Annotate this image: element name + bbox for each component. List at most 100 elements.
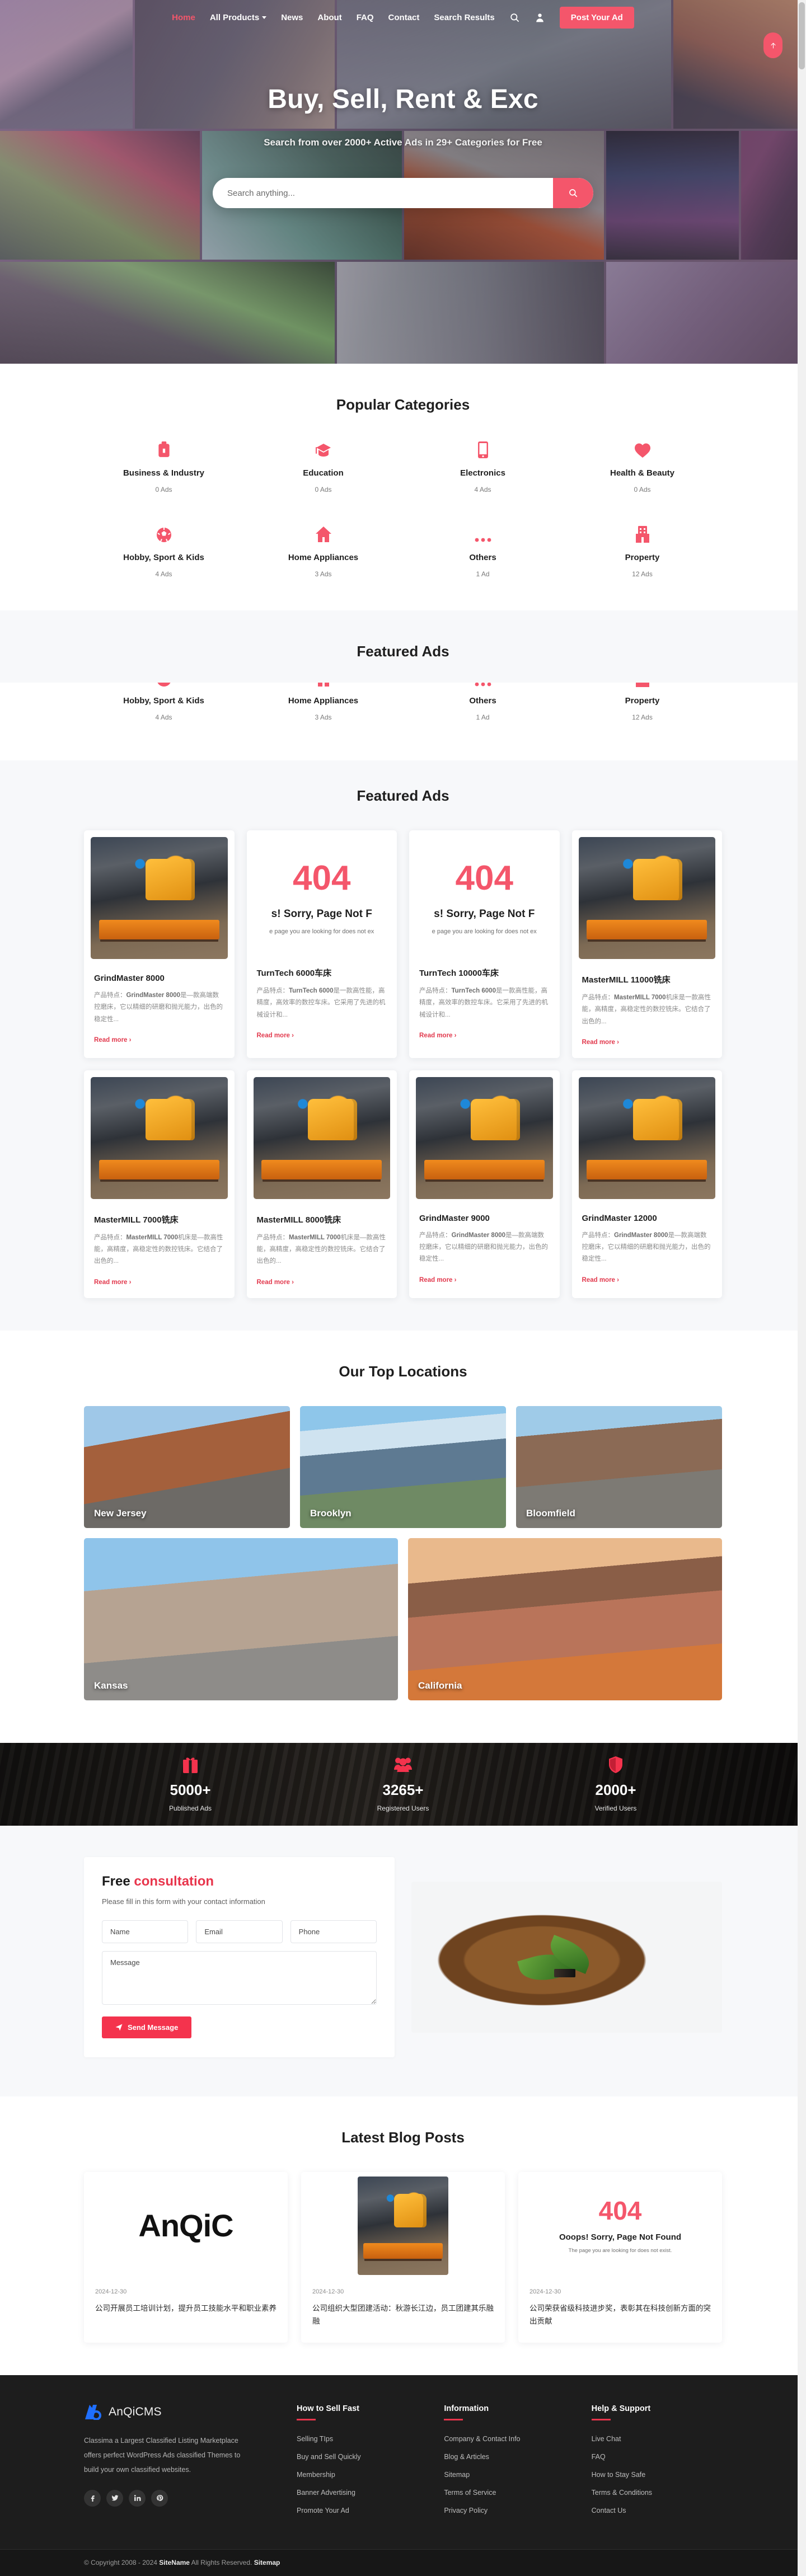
blog-section-title: Latest Blog Posts [341, 2128, 465, 2146]
nav-link-all-products[interactable]: All Products [210, 13, 267, 22]
ad-description: 产品特点：TurnTech 6000是一款高性能，高精度，高效率的数控车床。它采… [419, 985, 550, 1021]
blog-card[interactable]: AnQiC 2024-12-30 公司开展员工培训计划，提升员工技能水平和职业素… [84, 2171, 288, 2343]
page-scrollbar[interactable] [798, 0, 806, 2576]
location-card-kansas[interactable]: Kansas [84, 1538, 398, 1700]
footer-link-contact-us[interactable]: Contact Us [592, 2507, 722, 2514]
read-more-link[interactable]: Read more › [257, 1279, 294, 1286]
search-icon[interactable] [509, 12, 520, 23]
location-card-new-jersey[interactable]: New Jersey [84, 1405, 290, 1528]
category-others[interactable]: Others 1 Ad [403, 524, 563, 578]
twitter-icon[interactable] [106, 2489, 123, 2507]
football-icon [156, 683, 172, 687]
read-more-link[interactable]: Read more › [582, 1039, 619, 1046]
category-health-beauty[interactable]: Health & Beauty 0 Ads [563, 439, 722, 493]
ad-card[interactable]: 404 s! Sorry, Page Not F e page you are … [246, 830, 397, 1058]
ad-thumbnail [578, 1077, 715, 1199]
category-home-appliances[interactable]: Home Appliances 3 Ads [243, 524, 403, 578]
footer-link-buy-and-sell-quickly[interactable]: Buy and Sell Quickly [297, 2453, 427, 2461]
footer-link-how-to-stay-safe[interactable]: How to Stay Safe [592, 2471, 722, 2479]
footer-link-live-chat[interactable]: Live Chat [592, 2435, 722, 2443]
location-card-brooklyn[interactable]: Brooklyn [300, 1405, 506, 1528]
footer-link-sitemap[interactable]: Sitemap [444, 2471, 574, 2479]
consultation-subtitle: Please fill in this form with your conta… [102, 1897, 265, 1906]
footer-logo[interactable]: AnQiCMS [84, 2404, 280, 2420]
read-more-link[interactable]: Read more › [419, 1277, 456, 1284]
user-icon[interactable] [535, 12, 545, 23]
ad-card[interactable]: MasterMILL 11000铣床 产品特点：MasterMILL 7000机… [571, 830, 722, 1058]
read-more-label: Read more [419, 1276, 453, 1284]
linkedin-icon[interactable] [129, 2489, 146, 2507]
ad-card[interactable]: MasterMILL 7000铣床 产品特点：MasterMILL 7000机床… [84, 1070, 235, 1298]
category-property-ghost[interactable]: Property 12 Ads [563, 683, 722, 721]
featured-ads-grid: GrindMaster 8000 产品特点：GrindMaster 8000是—… [84, 830, 722, 1298]
error-submessage: The page you are looking for does not ex… [568, 2247, 672, 2254]
footer-link-promote-your-ad[interactable]: Promote Your Ad [297, 2507, 427, 2514]
copyright-brand: SiteName [159, 2559, 190, 2567]
footer-link-privacy-policy[interactable]: Privacy Policy [444, 2507, 574, 2514]
copyright-sitemap-link[interactable]: Sitemap [254, 2559, 280, 2566]
read-more-link[interactable]: Read more › [94, 1037, 131, 1043]
ad-card[interactable]: 404 s! Sorry, Page Not F e page you are … [409, 830, 560, 1058]
message-field[interactable] [102, 1950, 377, 2005]
nav-link-contact[interactable]: Contact [388, 13, 420, 22]
nav-link-about[interactable]: About [317, 13, 341, 22]
ad-desc-lead: 产品特点： [582, 1231, 615, 1239]
category-education[interactable]: Education 0 Ads [243, 439, 403, 493]
scroll-to-top-button[interactable] [763, 32, 782, 58]
category-property[interactable]: Property 12 Ads [563, 524, 722, 578]
footer-link-blog-articles[interactable]: Blog & Articles [444, 2453, 574, 2461]
locations-row-1: New Jersey Brooklyn Bloomfield [84, 1405, 722, 1528]
category-hobby-sport-kids[interactable]: Hobby, Sport & Kids 4 Ads [84, 524, 243, 578]
pinterest-icon[interactable] [151, 2489, 168, 2507]
footer-link-faq[interactable]: FAQ [592, 2453, 722, 2461]
category-hobby-sport-kids-ghost[interactable]: Hobby, Sport & Kids 4 Ads [84, 683, 243, 721]
footer-link-banner-advertising[interactable]: Banner Advertising [297, 2489, 427, 2497]
nav-link-home[interactable]: Home [172, 13, 195, 22]
ad-desc-lead: 产品特点： [419, 988, 452, 994]
blog-card[interactable]: 2024-12-30 公司组织大型团建活动：秋游长江边，员工团建其乐融融 [301, 2171, 505, 2343]
scrollbar-down-arrow[interactable] [798, 2567, 806, 2576]
footer-link-terms-of-service[interactable]: Terms of Service [444, 2489, 574, 2497]
category-business-industry[interactable]: Business & Industry 0 Ads [84, 439, 243, 493]
error-submessage: e page you are looking for does not ex [432, 928, 537, 935]
search-input[interactable] [213, 178, 553, 208]
location-card-bloomfield[interactable]: Bloomfield [516, 1405, 722, 1528]
nav-link-news[interactable]: News [281, 13, 303, 22]
search-submit-button[interactable] [553, 178, 593, 208]
read-more-link[interactable]: Read more › [94, 1279, 131, 1286]
ad-card[interactable]: GrindMaster 12000 产品特点：GrindMaster 8000是… [571, 1070, 722, 1298]
category-home-appliances-ghost[interactable]: Home Appliances 3 Ads [243, 683, 403, 721]
category-label: Home Appliances [288, 553, 359, 562]
nav-link-search-results[interactable]: Search Results [434, 13, 494, 22]
category-others-ghost[interactable]: Others 1 Ad [403, 683, 563, 721]
category-electronics[interactable]: Electronics 4 Ads [403, 439, 563, 493]
ad-description: 产品特点：MasterMILL 7000机床是—款高性能，高精度，高稳定性的数控… [257, 1232, 387, 1268]
email-field[interactable] [196, 1920, 283, 1943]
ad-title: GrindMaster 8000 [94, 974, 165, 983]
location-card-california[interactable]: California [408, 1538, 722, 1700]
footer-link-membership[interactable]: Membership [297, 2471, 427, 2479]
ad-card[interactable]: GrindMaster 9000 产品特点：GrindMaster 8000是—… [409, 1070, 560, 1298]
facebook-icon[interactable] [84, 2489, 101, 2507]
send-message-button[interactable]: Send Message [102, 2016, 192, 2038]
ad-card[interactable]: GrindMaster 8000 产品特点：GrindMaster 8000是—… [84, 830, 235, 1058]
ad-description: 产品特点：GrindMaster 8000是—款高端数控磨床，它以精细的研磨和抛… [419, 1230, 550, 1266]
heading-underline [591, 2418, 611, 2420]
read-more-link[interactable]: Read more › [419, 1032, 456, 1039]
category-count: 3 Ads [315, 570, 332, 578]
nav-link-faq[interactable]: FAQ [357, 13, 374, 22]
read-more-link[interactable]: Read more › [257, 1032, 294, 1039]
blog-thumbnail-image [301, 2171, 505, 2279]
footer-link-company-contact-info[interactable]: Company & Contact Info [444, 2435, 574, 2443]
blog-card[interactable]: 404 Ooops! Sorry, Page Not Found The pag… [518, 2171, 722, 2343]
hero-search-bar [213, 178, 593, 208]
name-field[interactable] [102, 1920, 189, 1943]
footer-link-terms-conditions[interactable]: Terms & Conditions [592, 2489, 722, 2497]
phone-field[interactable] [290, 1920, 377, 1943]
read-more-label: Read more [582, 1276, 615, 1284]
ad-card[interactable]: MasterMILL 8000铣床 产品特点：MasterMILL 7000机床… [246, 1070, 397, 1298]
read-more-link[interactable]: Read more › [582, 1277, 619, 1284]
error-message: s! Sorry, Page Not F [434, 908, 535, 920]
post-your-ad-button[interactable]: Post Your Ad [559, 6, 634, 29]
footer-link-selling-tips[interactable]: Selling TIps [297, 2435, 427, 2443]
